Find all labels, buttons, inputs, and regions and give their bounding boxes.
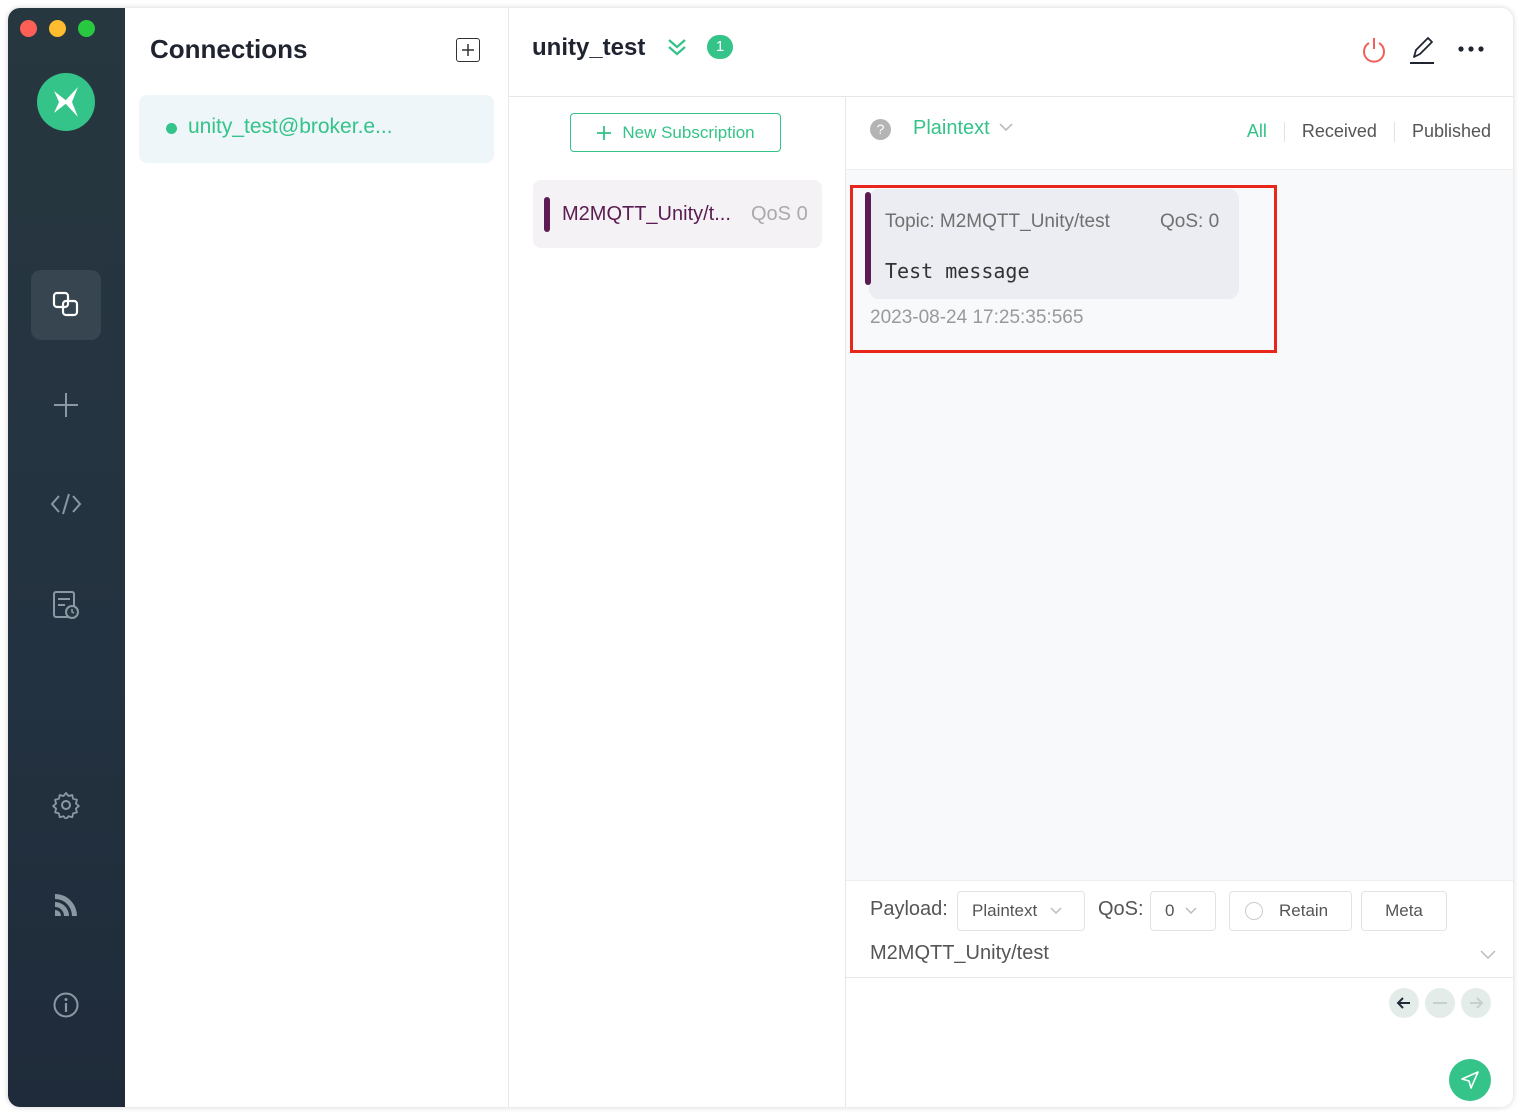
- payload-format-select[interactable]: Plaintext: [913, 117, 990, 140]
- retain-checkbox[interactable]: Retain: [1229, 891, 1352, 931]
- connections-panel: Connections unity_test@broker.e...: [125, 8, 509, 1107]
- connections-icon: [52, 291, 79, 317]
- arrow-right-icon: [1470, 997, 1484, 1009]
- gear-icon: [52, 792, 80, 819]
- minus-icon: [1433, 1002, 1447, 1004]
- app-window: Connections unity_test@broker.e... unity…: [8, 8, 1513, 1107]
- plus-icon: [597, 125, 612, 140]
- payload-format-dropdown[interactable]: Plaintext: [957, 891, 1085, 931]
- qos-dropdown[interactable]: 0: [1150, 891, 1216, 931]
- send-button[interactable]: [1449, 1059, 1491, 1101]
- log-icon: [53, 591, 79, 619]
- chevron-down-icon: [1050, 907, 1062, 915]
- history-forward-button[interactable]: [1461, 988, 1491, 1018]
- nav-about[interactable]: [31, 970, 101, 1040]
- info-icon: [53, 992, 79, 1018]
- send-icon: [1461, 1071, 1479, 1089]
- nav-log[interactable]: [31, 570, 101, 640]
- payload-label: Payload:: [870, 898, 948, 920]
- rss-icon: [55, 894, 77, 916]
- subscriptions-panel: New Subscription M2MQTT_Unity/t... QoS 0: [509, 97, 846, 1107]
- subscription-topic: M2MQTT_Unity/t...: [562, 203, 731, 225]
- window-minimize-button[interactable]: [49, 20, 66, 37]
- chevron-down-icon[interactable]: [1479, 949, 1497, 961]
- window-close-button[interactable]: [20, 20, 37, 37]
- meta-label: Meta: [1385, 901, 1423, 920]
- subscription-item[interactable]: M2MQTT_Unity/t... QoS 0: [533, 180, 822, 248]
- nav-settings[interactable]: [31, 770, 101, 840]
- connection-item[interactable]: unity_test@broker.e...: [139, 95, 494, 163]
- messages-panel: ? Plaintext All Received Published Topic…: [846, 97, 1513, 1107]
- history-back-button[interactable]: [1389, 988, 1419, 1018]
- retain-label: Retain: [1279, 901, 1329, 920]
- connection-title: unity_test: [532, 34, 646, 61]
- plus-icon: [54, 393, 78, 417]
- publish-topic-input[interactable]: M2MQTT_Unity/test: [870, 942, 1049, 965]
- payload-format-value: Plaintext: [972, 901, 1038, 920]
- connection-header: unity_test 1: [509, 8, 1513, 97]
- plus-square-icon: [462, 44, 474, 56]
- double-chevron-down-icon[interactable]: [666, 36, 688, 58]
- filter-all[interactable]: All: [1230, 121, 1284, 142]
- message-filter-tabs: All Received Published: [1230, 121, 1491, 142]
- nav-subscribe-feed[interactable]: [31, 870, 101, 940]
- filter-received[interactable]: Received: [1285, 121, 1394, 142]
- subscription-color-bar: [544, 197, 550, 232]
- message-count-badge: 1: [707, 35, 733, 59]
- edit-icon[interactable]: [1409, 36, 1435, 66]
- help-icon[interactable]: ?: [870, 119, 891, 140]
- nav-script[interactable]: [31, 469, 101, 539]
- connection-detail: unity_test 1 New Subscription M2MQTT_Uni…: [509, 8, 1513, 1107]
- qos-value: 0: [1165, 901, 1175, 920]
- nav-new-connection[interactable]: [31, 370, 101, 440]
- left-nav-bar: [8, 8, 125, 1107]
- connections-title: Connections: [150, 34, 308, 64]
- more-icon[interactable]: [1457, 45, 1485, 53]
- app-logo: [37, 73, 95, 131]
- window-maximize-button[interactable]: [78, 20, 95, 37]
- publish-composer: Payload: Plaintext QoS: 0 Retain Meta M2…: [846, 880, 1513, 1107]
- connection-status-dot: [166, 123, 177, 134]
- highlight-annotation-box: [850, 185, 1277, 353]
- message-list[interactable]: Topic: M2MQTT_Unity/test QoS: 0 Test mes…: [846, 170, 1513, 880]
- new-subscription-button[interactable]: New Subscription: [570, 113, 781, 152]
- new-subscription-label: New Subscription: [622, 122, 755, 142]
- retain-radio: [1245, 902, 1263, 920]
- qos-label: QoS:: [1098, 898, 1144, 920]
- meta-button[interactable]: Meta: [1361, 891, 1447, 931]
- filter-published[interactable]: Published: [1395, 121, 1491, 142]
- connection-name: unity_test@broker.e...: [188, 115, 393, 138]
- chevron-down-icon[interactable]: [998, 121, 1014, 133]
- messages-toolbar: ? Plaintext All Received Published: [846, 97, 1513, 170]
- history-clear-button[interactable]: [1425, 988, 1455, 1018]
- divider: [846, 977, 1513, 978]
- nav-connections[interactable]: [31, 270, 101, 340]
- subscription-qos: QoS 0: [751, 203, 808, 225]
- add-connection-button[interactable]: [456, 38, 480, 62]
- chevron-down-icon: [1185, 907, 1197, 915]
- code-icon: [50, 493, 82, 515]
- power-icon[interactable]: [1361, 36, 1387, 64]
- arrow-left-icon: [1396, 997, 1410, 1009]
